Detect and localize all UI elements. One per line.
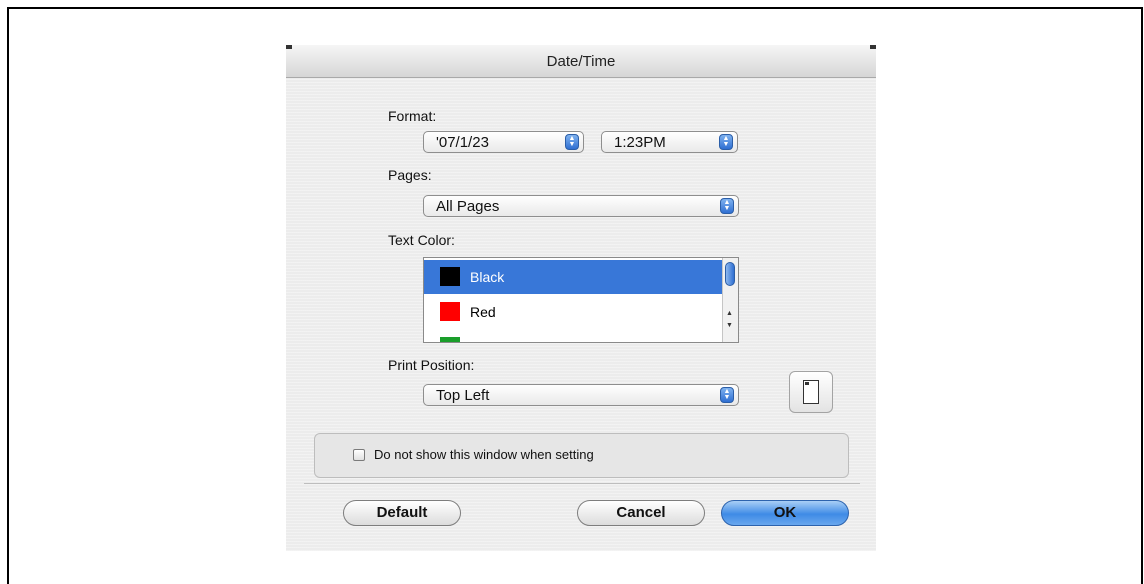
- up-down-arrows-icon: ▲ ▼: [719, 134, 733, 150]
- ok-button[interactable]: OK: [721, 500, 849, 526]
- button-separator: [304, 483, 860, 484]
- default-button[interactable]: Default: [343, 500, 461, 526]
- pages-select[interactable]: All Pages ▲ ▼: [423, 195, 739, 217]
- color-swatch-black: [440, 267, 460, 286]
- up-down-arrows-icon: ▲ ▼: [720, 198, 734, 214]
- color-option-red[interactable]: Red: [424, 295, 724, 329]
- text-color-list[interactable]: Black Red ▲ ▼: [423, 257, 739, 343]
- pages-value: All Pages: [436, 198, 500, 215]
- scrollbar-thumb[interactable]: [725, 262, 735, 286]
- color-name: Black: [470, 269, 505, 285]
- color-swatch-green: [440, 337, 460, 342]
- scroll-down-arrow-icon[interactable]: ▼: [726, 322, 733, 329]
- print-position-preview-button[interactable]: [789, 371, 833, 413]
- options-group: Do not show this window when setting: [314, 433, 849, 478]
- dont-show-label: Do not show this window when setting: [374, 447, 594, 462]
- print-position-value: Top Left: [436, 387, 490, 404]
- dialog-title: Date/Time: [546, 53, 616, 70]
- print-position-select[interactable]: Top Left ▲ ▼: [423, 384, 739, 406]
- date-time-dialog: Date/Time Format: '07/1/23 ▲ ▼ 1:23PM ▲ ▼ …: [286, 45, 876, 551]
- up-down-arrows-icon: ▲ ▼: [720, 387, 734, 403]
- time-format-select[interactable]: 1:23PM ▲ ▼: [601, 131, 738, 153]
- up-down-arrows-icon: ▲ ▼: [565, 134, 579, 150]
- cancel-button[interactable]: Cancel: [577, 500, 705, 526]
- dialog-titlebar: Date/Time: [286, 45, 876, 78]
- position-mark: [805, 382, 809, 385]
- color-list-scrollbar[interactable]: ▲ ▼: [722, 258, 738, 342]
- color-option-green[interactable]: [424, 330, 724, 342]
- format-label: Format:: [388, 108, 437, 124]
- color-option-black[interactable]: Black: [424, 260, 724, 294]
- color-swatch-red: [440, 302, 460, 321]
- time-format-value: 1:23PM: [614, 134, 666, 151]
- print-position-label: Print Position:: [388, 357, 475, 373]
- pages-label: Pages:: [388, 167, 432, 183]
- date-format-select[interactable]: '07/1/23 ▲ ▼: [423, 131, 584, 153]
- page-position-icon: [803, 380, 819, 404]
- scroll-up-arrow-icon[interactable]: ▲: [726, 310, 733, 317]
- dont-show-checkbox[interactable]: [353, 449, 365, 461]
- titlebar-corner-left: [286, 45, 292, 49]
- text-color-label: Text Color:: [388, 232, 455, 248]
- color-name: Red: [470, 304, 496, 320]
- titlebar-corner-right: [870, 45, 876, 49]
- date-format-value: '07/1/23: [436, 134, 489, 151]
